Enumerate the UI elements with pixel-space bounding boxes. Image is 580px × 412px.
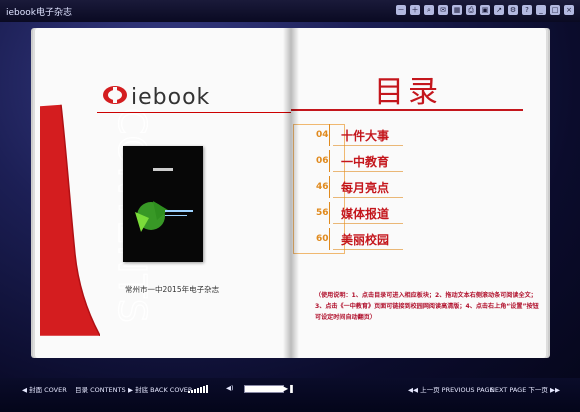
toc-item-label: 每月亮点 [341, 181, 390, 195]
toc-item-underline [333, 171, 403, 172]
toc-page-number: 04 [316, 130, 329, 140]
cover-button-label: 封面 COVER [29, 386, 67, 394]
iebook-logo-mark [103, 86, 127, 104]
next-page-button[interactable]: NEXT PAGE 下一页 ▶▶ [490, 384, 560, 394]
toc-item-underline [333, 249, 403, 250]
share-icon[interactable]: ↗ [494, 5, 504, 15]
zoom-out-icon[interactable]: － [396, 5, 406, 15]
back-cover-button-label: 封底 BACK COVER [135, 386, 193, 394]
toc-separator [329, 176, 330, 198]
cover-art [123, 146, 203, 262]
cover-caption: 常州市一中2015年电子杂志 [125, 285, 220, 294]
toc-item[interactable]: 56 媒体报道 [291, 202, 546, 224]
toc-item[interactable]: 60 美丽校园 [291, 228, 546, 250]
toc-page-number: 46 [316, 182, 329, 192]
speaker-icon[interactable]: ◀) [226, 384, 234, 392]
back-cover-button[interactable]: ▶ 封底 BACK COVER [128, 384, 192, 394]
chat-icon[interactable]: ✉ [438, 5, 448, 15]
save-icon[interactable]: ▣ [480, 5, 490, 15]
book-spine [283, 28, 299, 358]
play-pause-icon[interactable]: ▶❚ [282, 384, 295, 393]
toc-item-underline [333, 223, 403, 224]
toc-separator [329, 202, 330, 224]
left-page[interactable]: CONTENTS iebook 常州市一中2015年电子杂志 [35, 28, 327, 380]
close-icon[interactable]: × [564, 5, 574, 15]
cover-button[interactable]: ◀ 封面 COVER [22, 384, 67, 394]
volume-control[interactable] [188, 385, 208, 393]
iebook-logo-text: iebook [131, 85, 211, 110]
toc-title: 目录 [374, 75, 442, 110]
zoom-in-icon[interactable]: ＋ [410, 5, 420, 15]
grid-icon[interactable]: ▦ [452, 5, 462, 15]
toc-item-underline [333, 197, 403, 198]
toolbar-icons: － ＋ ⌕ ✉ ▦ ⎙ ▣ ↗ ⚙ ? _ □ × [396, 5, 574, 15]
maximize-icon[interactable]: □ [550, 5, 560, 15]
previous-page-button[interactable]: ◀◀ 上一页 PREVIOUS PAGE [408, 384, 494, 394]
right-page[interactable]: 目录 04 十件大事 06 一中教育 46 每月亮点 56 媒体报道 60 美丽… [291, 28, 546, 380]
toc-item[interactable]: 46 每月亮点 [291, 176, 546, 198]
help-icon[interactable]: ? [522, 5, 532, 15]
next-page-label: NEXT PAGE 下一页 [490, 386, 548, 394]
toc-page-number: 06 [316, 156, 329, 166]
usage-instructions: （使用说明：1、点击目录可进入相应板块；2、拖动文本右侧滚动条可阅读全文；3、点… [315, 292, 539, 321]
bottom-nav-bar: ◀ 封面 COVER 目录 CONTENTS ▶ 封底 BACK COVER ◀… [0, 378, 580, 412]
toc-item-label: 媒体报道 [341, 207, 390, 221]
minimize-icon[interactable]: _ [536, 5, 546, 15]
toc-separator [329, 150, 330, 172]
contents-button-label: 目录 CONTENTS [75, 386, 126, 394]
audio-progress-bar[interactable] [244, 385, 284, 393]
toc-item[interactable]: 06 一中教育 [291, 150, 546, 172]
toc-item-label: 十件大事 [341, 129, 390, 143]
title-bar: iebook电子杂志 － ＋ ⌕ ✉ ▦ ⎙ ▣ ↗ ⚙ ? _ □ × [0, 0, 580, 22]
print-icon[interactable]: ⎙ [466, 5, 476, 15]
magazine-cover-thumbnail[interactable] [123, 146, 203, 262]
toc-separator [329, 228, 330, 250]
toc-separator [329, 124, 330, 146]
settings-icon[interactable]: ⚙ [508, 5, 518, 15]
contents-button[interactable]: 目录 CONTENTS [75, 384, 126, 394]
toc-item-label: 美丽校园 [341, 233, 390, 247]
app-title: iebook电子杂志 [6, 8, 72, 18]
contents-red-band [40, 104, 100, 337]
toc-item-label: 一中教育 [341, 155, 390, 169]
toc-page-number: 60 [316, 234, 329, 244]
toc-title-underline [291, 109, 523, 111]
toc-item-underline [333, 145, 403, 146]
search-icon[interactable]: ⌕ [424, 5, 434, 15]
toc-page-number: 56 [316, 208, 329, 218]
toc-item[interactable]: 04 十件大事 [291, 124, 546, 146]
previous-page-label: 上一页 PREVIOUS PAGE [420, 386, 494, 394]
